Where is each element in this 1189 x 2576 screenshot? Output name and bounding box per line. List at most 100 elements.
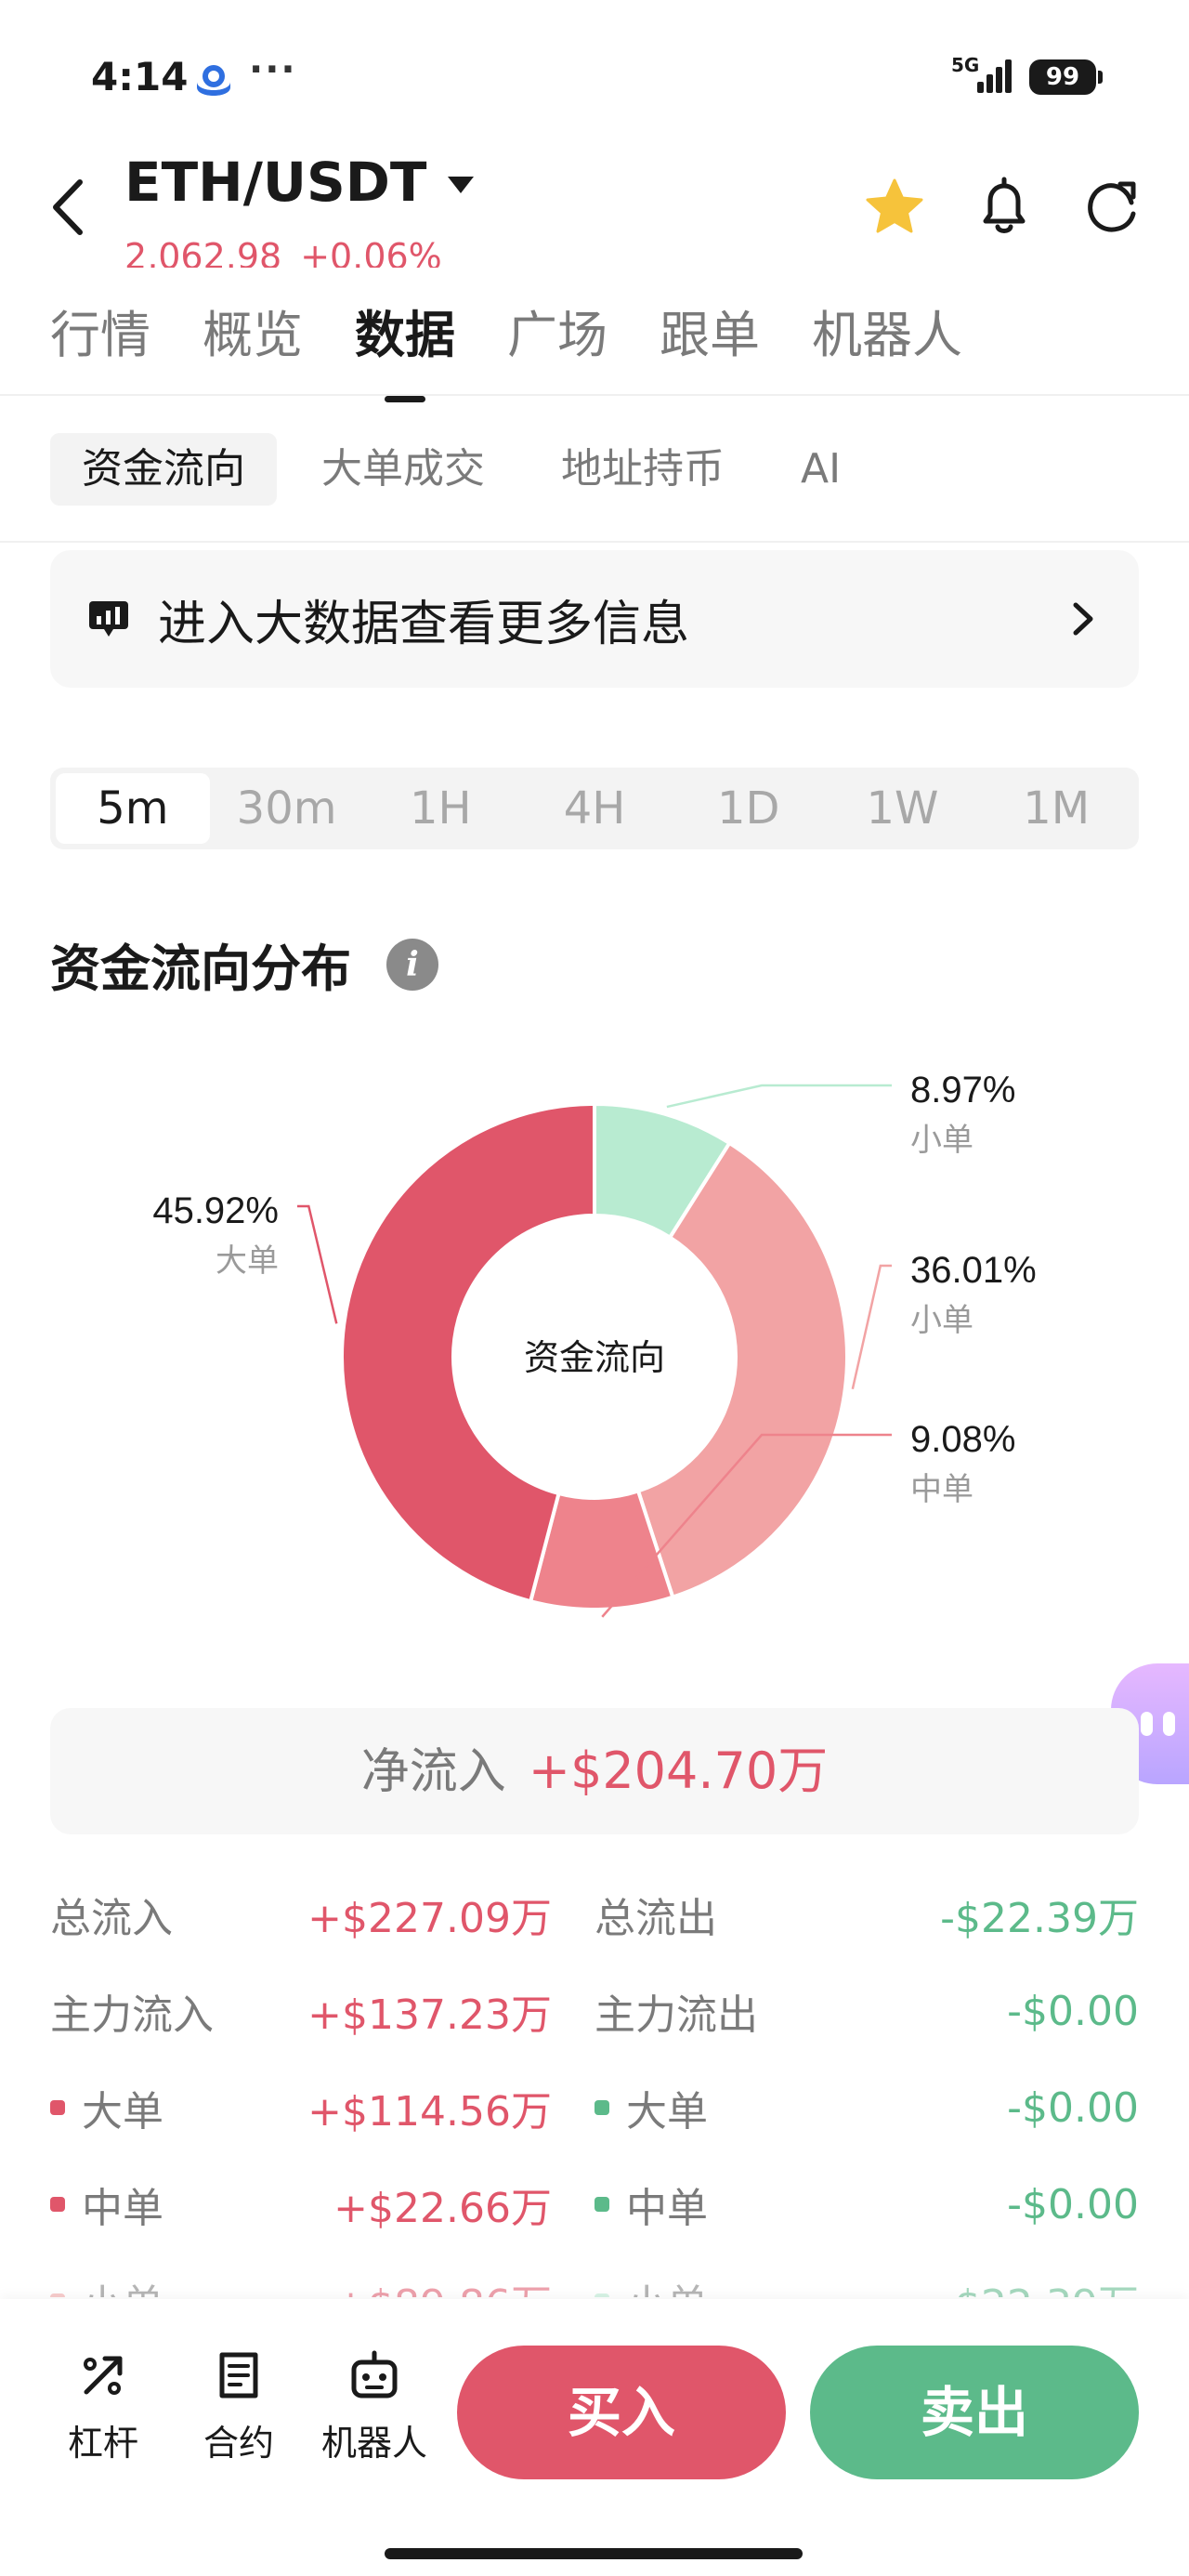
outflow-label-text: 总流出 <box>594 1895 717 1942</box>
buy-button[interactable]: 买入 <box>457 2346 786 2479</box>
signal-icon <box>977 59 1012 93</box>
inflow-label: 中单 <box>50 2175 163 2234</box>
inflow-label-text: 中单 <box>82 2185 163 2232</box>
slice-name-label: 小单 <box>910 1123 973 1158</box>
leverage-icon <box>84 2356 123 2395</box>
subtab-ai[interactable]: AI <box>769 433 872 506</box>
subtab-fund-flow[interactable]: 资金流向 <box>50 433 277 506</box>
outflow-value: -$0.00 <box>1007 2180 1139 2228</box>
nav-contract-label: 合约 <box>203 2423 274 2464</box>
nav-contract[interactable]: 合约 <box>178 2349 299 2465</box>
outflow-cell: 中单 -$0.00 <box>594 2175 1139 2234</box>
flow-table: 总流入 +$227.09万 总流出 -$22.39万 主力流入 +$137.23万 主力流出… <box>50 1866 1139 2297</box>
inflow-label-text: 大单 <box>82 2088 163 2136</box>
nav-leverage[interactable]: 杠杆 <box>43 2349 163 2465</box>
slice-name-label: 小单 <box>910 1303 973 1338</box>
caret-down-icon <box>447 177 474 193</box>
legend-dot <box>50 2100 65 2115</box>
status-time: 4:14 <box>91 54 189 99</box>
bottom-action-bar: 杠杆 合约 机器人 买入 卖出 <box>0 2299 1189 2576</box>
inflow-cell: 中单 +$22.66万 <box>50 2175 594 2234</box>
flow-row: 小单 +$89.86万 小单 -$22.39万 <box>50 2253 1139 2297</box>
robot-icon <box>351 2350 398 2399</box>
leader-line <box>851 1264 892 1390</box>
inflow-value: +$114.56万 <box>307 2088 552 2136</box>
outflow-label: 小单 <box>594 2271 708 2297</box>
range-1w[interactable]: 1W <box>826 773 980 844</box>
sub-tabs: 资金流向 大单成交 地址持币 AI <box>50 433 885 506</box>
range-30m[interactable]: 30m <box>210 773 364 844</box>
chevron-right-icon <box>1073 602 1093 636</box>
net-inflow-box: 净流入 +$204.70万 <box>50 1708 1139 1834</box>
donut-center-label: 资金流向 <box>524 1339 665 1378</box>
slice-percent-label: 45.92% <box>152 1190 279 1231</box>
outflow-label-text: 中单 <box>626 2185 708 2232</box>
price-row: 2,062.98 +0.06% <box>124 236 461 268</box>
inflow-label-text: 主力流入 <box>50 1991 214 2039</box>
outflow-label: 中单 <box>594 2175 708 2234</box>
pair-selector[interactable]: ETH/USDT <box>124 151 474 214</box>
outflow-label-text: 小单 <box>626 2271 708 2297</box>
status-bar: 4:14 ··· 5G 99 <box>0 0 1189 139</box>
star-icon[interactable] <box>862 175 927 240</box>
net-inflow-label: 净流入 <box>360 1744 506 1800</box>
big-data-banner[interactable]: 进入大数据查看更多信息 <box>50 550 1139 688</box>
banner-text: 进入大数据查看更多信息 <box>158 596 690 652</box>
inflow-value: +$89.86万 <box>333 2271 552 2297</box>
outflow-value: -$22.39万 <box>940 2271 1139 2297</box>
legend-dot <box>50 2197 65 2212</box>
tab-copy-trade[interactable]: 跟单 <box>660 294 760 367</box>
slice-percent-label: 36.01% <box>910 1250 1037 1291</box>
legend-dot <box>50 2293 65 2297</box>
inflow-cell: 总流入 +$227.09万 <box>50 1885 594 1944</box>
tab-square[interactable]: 广场 <box>507 294 608 367</box>
slice-name-label: 大单 <box>216 1243 279 1279</box>
nav-robot[interactable]: 机器人 <box>314 2349 435 2465</box>
time-range-selector: 5m 30m 1H 4H 1D 1W 1M <box>50 768 1139 849</box>
sell-button[interactable]: 卖出 <box>810 2346 1139 2479</box>
chart-board-icon <box>89 601 128 637</box>
net-inflow-value: +$204.70万 <box>528 1741 829 1800</box>
section-title-text: 资金流向分布 <box>50 940 351 998</box>
inflow-cell: 大单 +$114.56万 <box>50 2078 594 2137</box>
inflow-value: +$137.23万 <box>307 1991 552 2039</box>
outflow-value: -$0.00 <box>1007 1987 1139 2035</box>
slice-name-label: 中单 <box>910 1472 973 1507</box>
back-arrow-icon[interactable] <box>46 175 89 240</box>
bubble-eye <box>1163 1712 1175 1736</box>
tab-bots[interactable]: 机器人 <box>812 294 962 367</box>
tabs-divider <box>0 394 1189 396</box>
bell-icon[interactable] <box>972 175 1037 240</box>
slice-percent-label: 9.08% <box>910 1419 1015 1460</box>
inflow-label: 主力流入 <box>50 1981 214 2041</box>
fund-flow-donut-chart: 8.97% 小单 36.01% 小单 9.08% 中单 45.92% 大单资金流向 <box>152 1070 1037 1618</box>
nav-leverage-label: 杠杆 <box>67 2423 138 2464</box>
inflow-label-text: 小单 <box>82 2271 163 2297</box>
outflow-label-text: 主力流出 <box>594 1991 758 2039</box>
range-4h[interactable]: 4H <box>517 773 672 844</box>
subtab-address-holdings[interactable]: 地址持币 <box>529 433 756 506</box>
tab-overview[interactable]: 概览 <box>203 294 303 367</box>
battery-icon: 99 <box>1029 59 1103 95</box>
inflow-label: 大单 <box>50 2078 163 2137</box>
flow-row: 总流入 +$227.09万 总流出 -$22.39万 <box>50 1866 1139 1963</box>
info-icon[interactable]: i <box>386 938 438 991</box>
tab-data[interactable]: 数据 <box>355 294 455 402</box>
refresh-icon[interactable] <box>1079 175 1144 240</box>
range-5m[interactable]: 5m <box>56 773 210 844</box>
nav-robot-label: 机器人 <box>320 2423 427 2464</box>
leader-line <box>297 1204 338 1324</box>
outflow-label-text: 大单 <box>626 2088 708 2136</box>
legend-dot <box>594 2293 609 2297</box>
subtab-large-orders[interactable]: 大单成交 <box>290 433 516 506</box>
range-1h[interactable]: 1H <box>363 773 517 844</box>
outflow-label: 总流出 <box>594 1885 717 1944</box>
inflow-label: 总流入 <box>50 1885 173 1944</box>
inflow-label-text: 总流入 <box>50 1895 173 1942</box>
outflow-label: 主力流出 <box>594 1981 758 2041</box>
home-indicator[interactable] <box>385 2548 803 2559</box>
range-1d[interactable]: 1D <box>672 773 826 844</box>
tab-market[interactable]: 行情 <box>50 294 150 367</box>
range-1m[interactable]: 1M <box>979 773 1133 844</box>
outflow-cell: 主力流出 -$0.00 <box>594 1981 1139 2041</box>
